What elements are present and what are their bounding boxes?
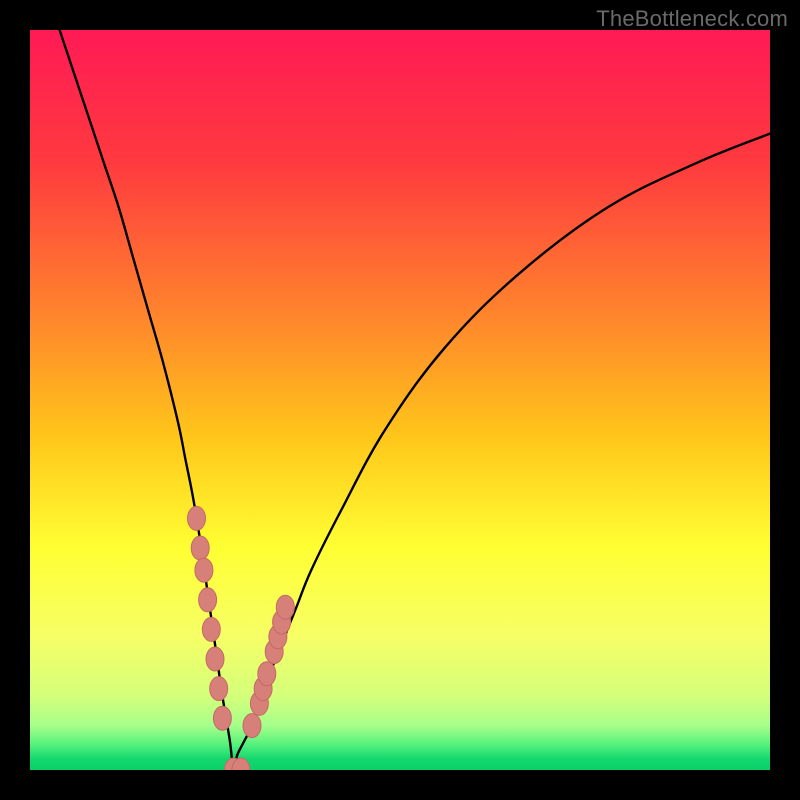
marker-bead xyxy=(258,662,276,686)
marker-bead xyxy=(202,617,220,641)
watermark-text: TheBottleneck.com xyxy=(596,6,788,32)
marker-bead xyxy=(210,677,228,701)
bottleneck-chart-svg xyxy=(0,0,800,800)
marker-bead xyxy=(243,714,261,738)
marker-bead xyxy=(232,758,250,782)
plot-background xyxy=(30,30,770,770)
marker-bead xyxy=(191,536,209,560)
marker-bead xyxy=(206,647,224,671)
marker-bead xyxy=(199,588,217,612)
marker-bead xyxy=(213,706,231,730)
marker-bead xyxy=(276,595,294,619)
chart-canvas: TheBottleneck.com xyxy=(0,0,800,800)
marker-bead xyxy=(195,558,213,582)
marker-bead xyxy=(188,506,206,530)
